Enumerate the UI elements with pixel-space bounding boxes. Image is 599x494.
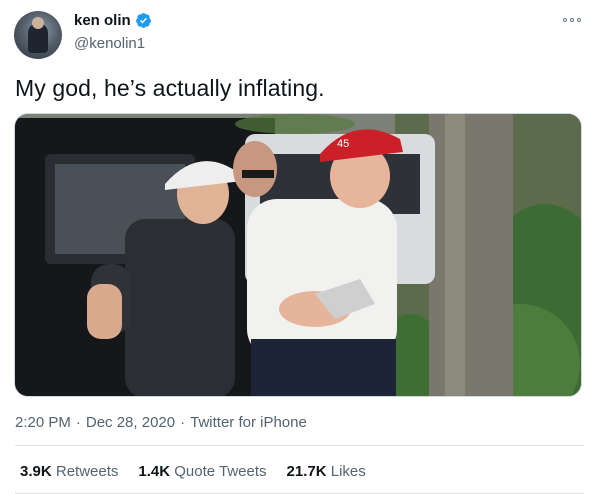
likes-label: Likes [330, 463, 366, 480]
tweet-source-link[interactable]: Twitter for iPhone [190, 414, 307, 431]
retweets-count: 3.9K [20, 463, 52, 480]
meta-separator: · [75, 414, 81, 431]
retweets-label: Retweets [55, 463, 119, 480]
tweet-meta: 2:20 PM · Dec 28, 2020 · Twitter for iPh… [15, 414, 307, 431]
tweet-date[interactable]: Dec 28, 2020 [86, 414, 175, 431]
avatar[interactable] [14, 11, 62, 59]
quote-tweets-stat[interactable]: 1.4K Quote Tweets [138, 463, 266, 480]
likes-count: 21.7K [286, 463, 327, 480]
author-name-row: ken olin [74, 12, 152, 29]
engagement-stats: 3.9K Retweets 1.4K Quote Tweets 21.7K Li… [20, 463, 386, 480]
tweet-time[interactable]: 2:20 PM [15, 414, 71, 431]
author-display-name[interactable]: ken olin [74, 12, 131, 29]
meta-separator: · [180, 414, 186, 431]
photo-illustration: 45 [15, 114, 581, 396]
hat-text: 45 [337, 138, 349, 150]
retweets-stat[interactable]: 3.9K Retweets [20, 463, 118, 480]
tweet-card: ken olin @kenolin1 My god, he’s actually… [0, 0, 599, 494]
more-options-icon[interactable] [563, 16, 581, 24]
author-handle[interactable]: @kenolin1 [74, 35, 145, 52]
verified-badge-icon [135, 13, 151, 28]
divider [15, 445, 584, 446]
quote-tweets-count: 1.4K [138, 463, 171, 480]
likes-stat[interactable]: 21.7K Likes [287, 463, 366, 480]
tweet-text: My god, he’s actually inflating. [15, 75, 325, 101]
tweet-photo[interactable]: 45 [14, 113, 582, 397]
quote-tweets-label: Quote Tweets [174, 463, 267, 480]
